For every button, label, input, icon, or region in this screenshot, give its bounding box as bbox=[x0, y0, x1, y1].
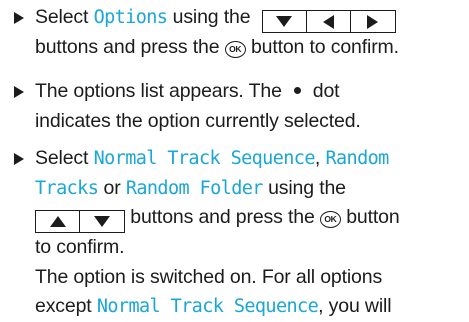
up-arrow-icon bbox=[49, 216, 66, 227]
step-line: buttons and press the OK button to confi… bbox=[35, 33, 466, 63]
text: using the bbox=[262, 176, 346, 199]
step-select-mode: Select Normal Track Sequence, Random Tra… bbox=[14, 144, 466, 322]
keyword-random-folder: Random Folder bbox=[125, 177, 264, 199]
step-line: Select Normal Track Sequence, Random bbox=[35, 144, 466, 174]
ok-button-icon: OK bbox=[319, 211, 341, 229]
left-arrow-icon bbox=[322, 14, 334, 29]
text: button to confirm. bbox=[245, 36, 399, 58]
step-line: The options list appears. The dot bbox=[35, 77, 466, 107]
bullet-arrow-icon bbox=[14, 12, 24, 24]
right-arrow-icon bbox=[367, 14, 379, 29]
left-key bbox=[307, 11, 351, 32]
keyword-normal-track-sequence: Normal Track Sequence bbox=[96, 296, 319, 317]
bullet-arrow-icon bbox=[14, 86, 24, 98]
keyword-random-tracks: Tracks bbox=[35, 177, 99, 199]
text: Select bbox=[35, 147, 94, 169]
right-key bbox=[351, 11, 395, 32]
step-line: to confirm. bbox=[35, 236, 125, 258]
selected-dot-icon bbox=[293, 87, 301, 94]
text: using the bbox=[167, 6, 251, 28]
step-line: indicates the option currently selected. bbox=[35, 109, 361, 132]
down-key bbox=[263, 11, 307, 32]
step-line: buttons and press the OK button bbox=[35, 203, 466, 233]
step-options-list: The options list appears. The dot indicat… bbox=[14, 77, 466, 136]
ok-button-icon: OK bbox=[224, 41, 246, 59]
text: , bbox=[314, 147, 321, 169]
keyword-random-tracks: Random bbox=[325, 148, 389, 169]
up-down-keys bbox=[35, 210, 125, 233]
step-line: Tracks or Random Folder using the bbox=[35, 174, 466, 204]
manual-page: Select Options using the buttons and pre… bbox=[0, 0, 469, 322]
step-line: except Normal Track Sequence, you will bbox=[35, 292, 466, 322]
text: The options list appears. The bbox=[35, 80, 282, 102]
text: buttons and press the bbox=[35, 36, 225, 58]
text: buttons and press the bbox=[125, 206, 320, 228]
text: or bbox=[98, 176, 126, 199]
text: , you will bbox=[318, 295, 392, 317]
up-key bbox=[36, 211, 80, 232]
down-arrow-icon bbox=[94, 216, 110, 227]
down-arrow-icon bbox=[276, 16, 293, 27]
text: Select bbox=[35, 6, 94, 28]
text: except bbox=[35, 295, 97, 317]
text: button bbox=[340, 206, 400, 228]
step-select-options: Select Options using the buttons and pre… bbox=[14, 3, 466, 63]
keyword-options: Options bbox=[93, 7, 168, 28]
keyword-normal-track-sequence: Normal Track Sequence bbox=[93, 148, 316, 169]
step-line: The option is switched on. For all optio… bbox=[35, 265, 383, 288]
down-left-right-keys bbox=[261, 10, 396, 33]
down-key bbox=[80, 211, 124, 232]
bullet-arrow-icon bbox=[14, 153, 24, 165]
step-line: Select Options using the bbox=[35, 3, 466, 33]
text: dot bbox=[312, 80, 340, 102]
